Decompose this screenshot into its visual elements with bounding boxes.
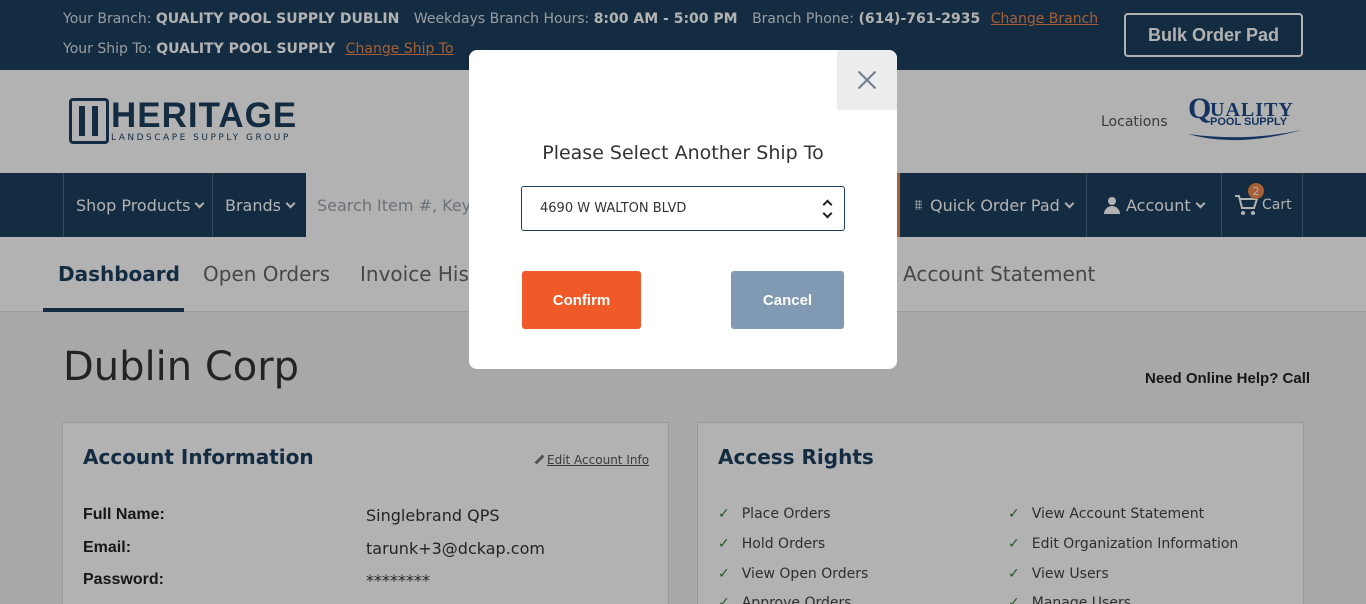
close-modal-button[interactable] <box>837 50 897 110</box>
ship-to-selected-value: 4690 W WALTON BLVD <box>540 201 687 216</box>
modal-title: Please Select Another Ship To <box>542 142 824 164</box>
select-arrows-icon <box>822 198 832 220</box>
close-icon <box>855 68 879 92</box>
confirm-button[interactable]: Confirm <box>522 271 641 329</box>
select-ship-to-modal: Please Select Another Ship To 4690 W WAL… <box>469 50 897 369</box>
cancel-button[interactable]: Cancel <box>731 271 844 329</box>
ship-to-select[interactable]: 4690 W WALTON BLVD <box>521 186 845 231</box>
